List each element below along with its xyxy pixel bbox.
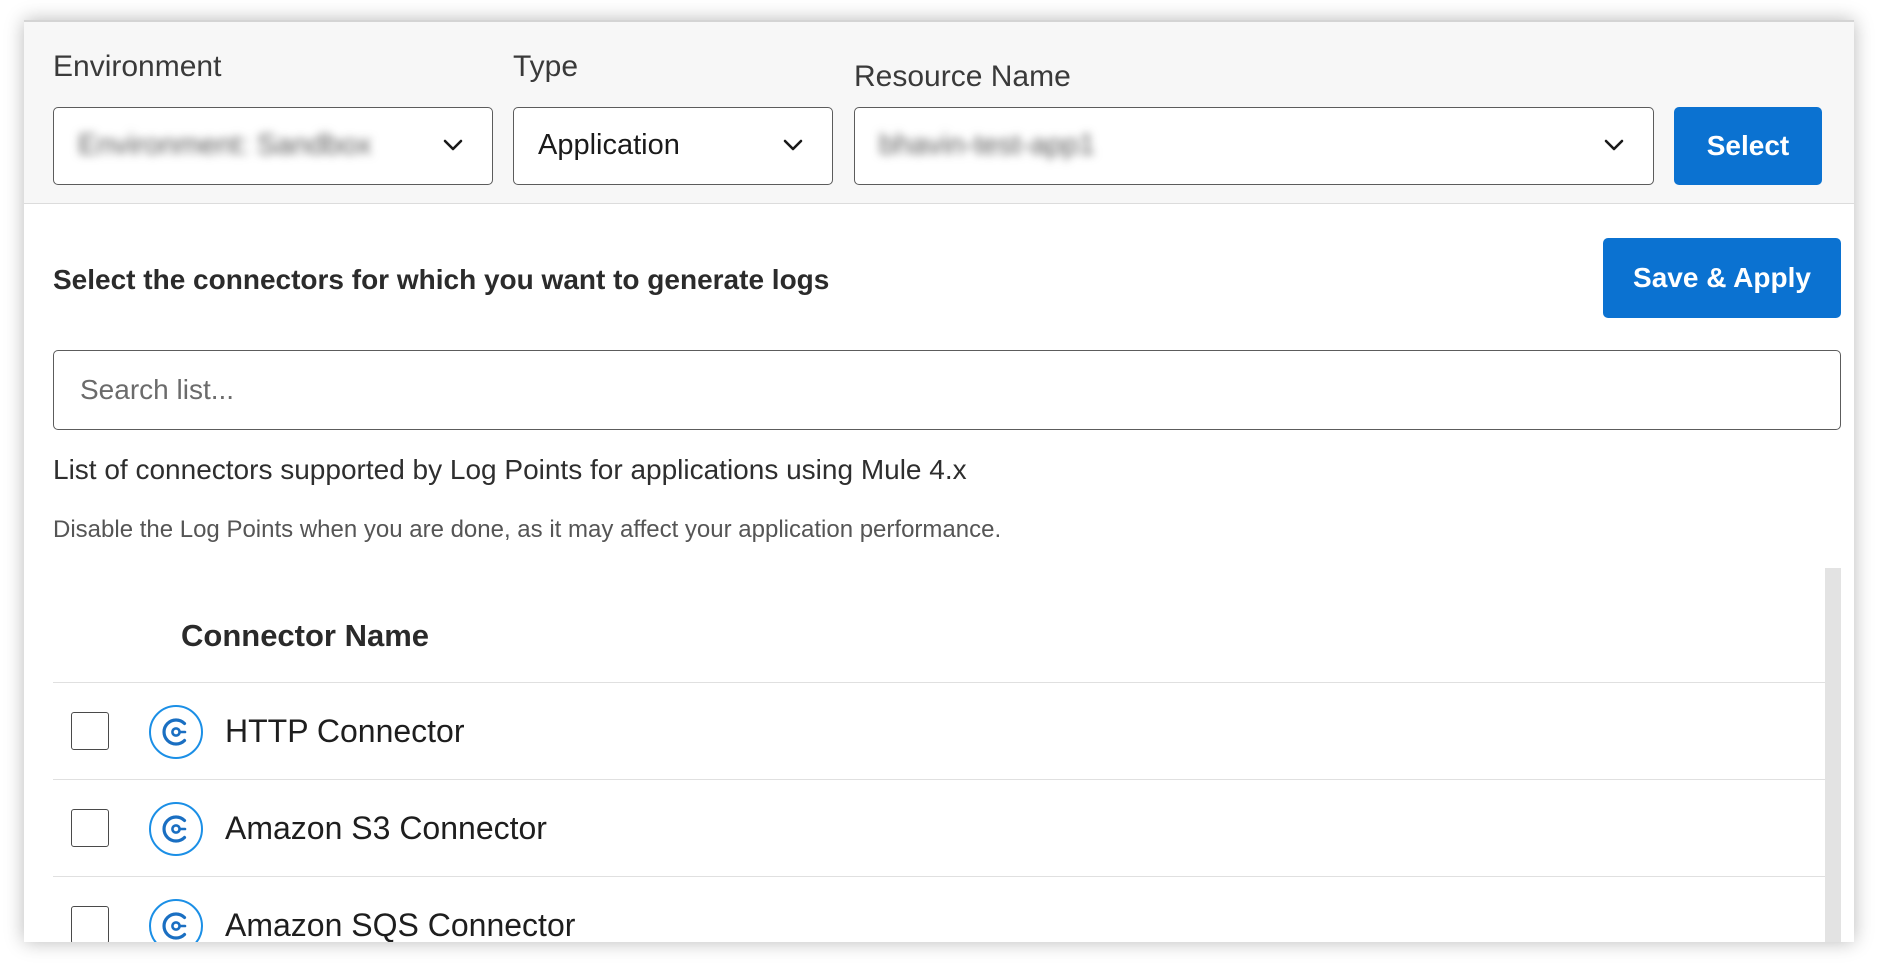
search-input[interactable] xyxy=(78,369,1782,411)
connector-label: Amazon S3 Connector xyxy=(225,810,547,846)
type-dropdown[interactable]: Application xyxy=(513,107,833,185)
section-heading: Select the connectors for which you want… xyxy=(53,264,830,295)
connector-name-column-header: Connector Name xyxy=(181,618,430,653)
row-checkbox[interactable] xyxy=(71,712,109,750)
table-row: HTTP Connector xyxy=(53,683,1825,780)
table-header: Connector Name xyxy=(53,590,1825,683)
save-apply-button[interactable]: Save & Apply xyxy=(1603,238,1841,318)
chevron-down-icon xyxy=(1604,139,1624,151)
type-value: Application xyxy=(538,129,680,161)
connector-icon xyxy=(149,705,203,759)
table-scrollbar[interactable] xyxy=(1825,568,1841,942)
table-row: Amazon SQS Connector xyxy=(53,877,1825,942)
log-points-panel: Environment Environment: Sandbox Type Ap… xyxy=(24,20,1854,942)
environment-dropdown[interactable]: Environment: Sandbox xyxy=(53,107,493,185)
chevron-down-icon xyxy=(783,139,803,151)
select-button[interactable]: Select xyxy=(1674,107,1822,185)
environment-label: Environment xyxy=(53,50,222,83)
resource-name-label: Resource Name xyxy=(854,60,1071,93)
connector-table: Connector Name HTTP Connector Amazon S3 … xyxy=(53,590,1825,942)
performance-note: Disable the Log Points when you are done… xyxy=(53,516,1002,543)
connector-icon xyxy=(149,899,203,942)
resource-name-dropdown[interactable]: bhavin-test-app1 xyxy=(854,107,1654,185)
row-checkbox[interactable] xyxy=(71,906,109,942)
connector-label: HTTP Connector xyxy=(225,713,465,749)
filter-bar: Environment Environment: Sandbox Type Ap… xyxy=(24,20,1854,204)
chevron-down-icon xyxy=(443,139,463,151)
type-label: Type xyxy=(513,50,579,83)
resource-name-value: bhavin-test-app1 xyxy=(879,129,1096,161)
search-field[interactable] xyxy=(53,350,1841,430)
supported-connectors-text: List of connectors supported by Log Poin… xyxy=(53,454,967,485)
connector-icon xyxy=(149,802,203,856)
environment-value: Environment: Sandbox xyxy=(78,129,372,161)
table-row: Amazon S3 Connector xyxy=(53,780,1825,877)
row-checkbox[interactable] xyxy=(71,809,109,847)
connector-label: Amazon SQS Connector xyxy=(225,907,576,942)
